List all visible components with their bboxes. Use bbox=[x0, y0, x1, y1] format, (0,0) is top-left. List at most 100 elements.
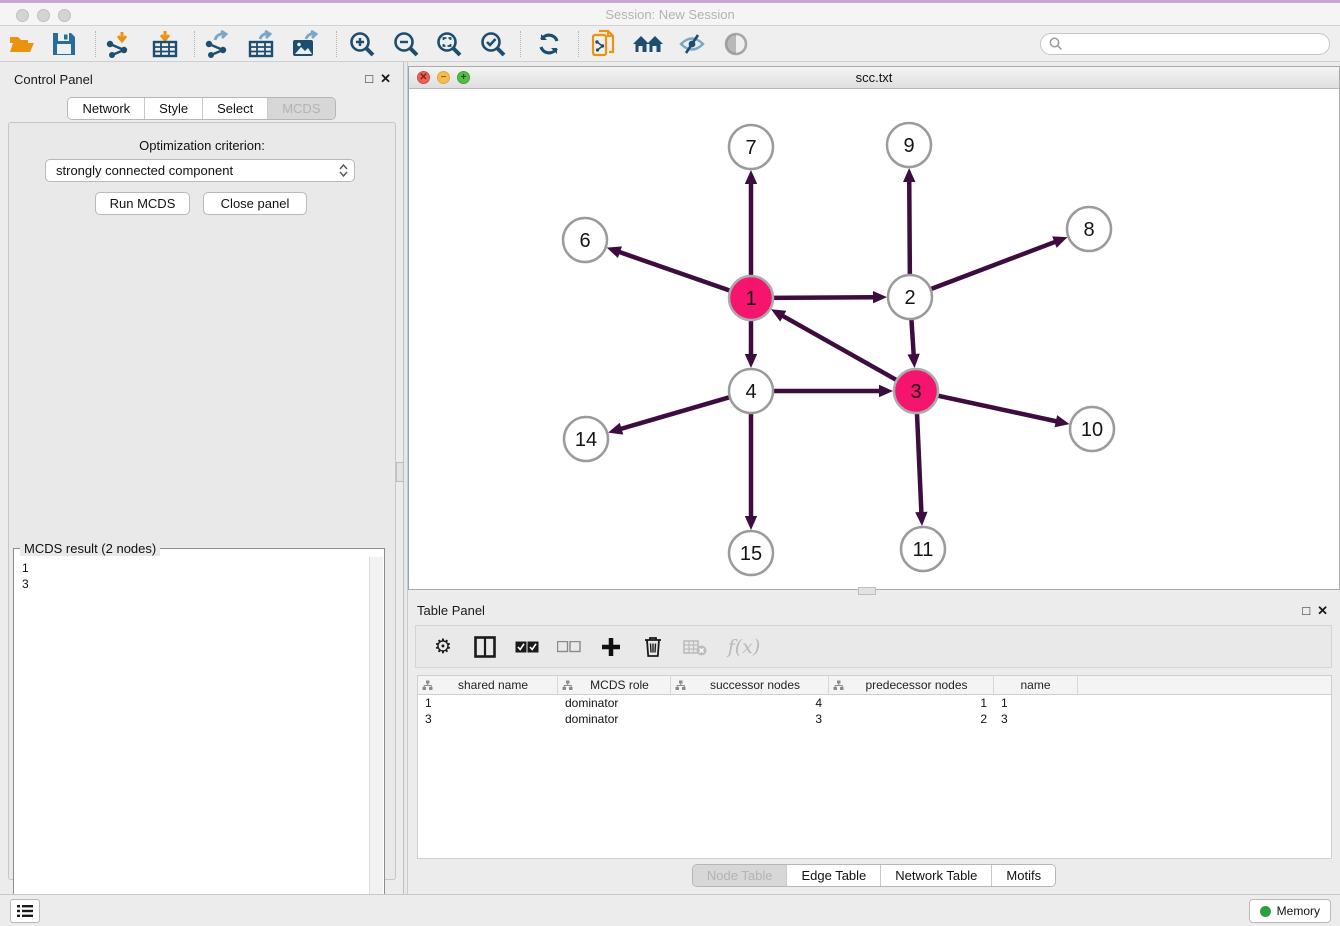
save-floppy-icon bbox=[51, 31, 77, 57]
hierarchy-icon bbox=[675, 680, 686, 691]
import-network-button[interactable] bbox=[102, 28, 136, 60]
horizontal-splitter[interactable] bbox=[408, 590, 1340, 600]
graph-node-label: 1 bbox=[745, 288, 756, 310]
float-table-panel-icon[interactable]: □ bbox=[1302, 603, 1310, 619]
tab-node-table[interactable]: Node Table bbox=[693, 865, 787, 886]
graph-node-label: 9 bbox=[903, 135, 914, 157]
graph-node-label: 15 bbox=[740, 543, 762, 565]
run-mcds-button[interactable]: Run MCDS bbox=[95, 192, 190, 215]
tab-network[interactable]: Network bbox=[68, 98, 144, 119]
graph-edge-2-9[interactable] bbox=[909, 180, 910, 277]
save-session-button[interactable] bbox=[47, 28, 81, 60]
close-table-panel-icon[interactable]: ✕ bbox=[1317, 603, 1328, 619]
export-table-icon bbox=[246, 30, 276, 58]
table-cell[interactable]: 1 bbox=[994, 695, 1078, 711]
table-cell[interactable]: 1 bbox=[418, 695, 558, 711]
zoom-selected-button[interactable] bbox=[476, 28, 510, 60]
vertical-splitter-handle[interactable] bbox=[396, 462, 404, 482]
table-row[interactable]: 3dominator323 bbox=[418, 711, 1331, 727]
tab-motifs[interactable]: Motifs bbox=[991, 865, 1055, 886]
zoom-out-button[interactable] bbox=[389, 28, 423, 60]
trash-icon bbox=[644, 636, 662, 657]
zoom-in-icon bbox=[348, 30, 376, 58]
float-panel-icon[interactable]: □ bbox=[365, 71, 373, 87]
columns-icon bbox=[474, 636, 496, 658]
task-history-button[interactable] bbox=[10, 899, 40, 923]
column-header-shared-name[interactable]: shared name bbox=[418, 676, 558, 694]
clone-network-button[interactable] bbox=[587, 28, 621, 60]
show-columns-button[interactable] bbox=[472, 633, 498, 661]
show-graphics-details-button[interactable] bbox=[719, 28, 753, 60]
clone-network-icon bbox=[590, 29, 618, 59]
export-table-button[interactable] bbox=[244, 28, 278, 60]
graph-edge-3-1[interactable] bbox=[781, 315, 898, 381]
graph-edge-2-8[interactable] bbox=[929, 241, 1057, 289]
network-window-titlebar[interactable]: ✕ − + scc.txt bbox=[409, 67, 1339, 89]
graph-edge-arrowhead bbox=[879, 385, 893, 397]
search-input[interactable] bbox=[1040, 33, 1330, 55]
close-panel-icon[interactable]: ✕ bbox=[380, 71, 391, 87]
app-titlebar: Session: New Session bbox=[0, 0, 1340, 26]
column-header-mcds-role[interactable]: MCDS role bbox=[558, 676, 671, 694]
table-cell[interactable]: 3 bbox=[994, 711, 1078, 727]
graph-edge-arrowhead bbox=[1055, 415, 1070, 427]
main-toolbar bbox=[0, 26, 1340, 62]
graph-node-label: 2 bbox=[904, 287, 915, 309]
mcds-result-title: MCDS result (2 nodes) bbox=[20, 541, 160, 556]
graph-edge-1-2[interactable] bbox=[771, 297, 875, 298]
graph-node-label: 8 bbox=[1083, 219, 1094, 241]
table-settings-button[interactable]: ⚙ bbox=[430, 633, 456, 661]
select-all-columns-button[interactable] bbox=[514, 633, 540, 661]
export-network-button[interactable] bbox=[201, 28, 235, 60]
graph-edge-3-11[interactable] bbox=[917, 411, 922, 514]
control-panel: Control Panel □ ✕ Network Style Select M… bbox=[0, 62, 403, 894]
export-image-button[interactable] bbox=[288, 28, 322, 60]
graph-edge-arrowhead bbox=[873, 291, 887, 303]
home-layout-button[interactable] bbox=[631, 28, 665, 60]
column-header-name[interactable]: name bbox=[994, 676, 1078, 694]
graph-edge-2-3[interactable] bbox=[911, 317, 913, 356]
node-table-body: 1dominator4113dominator323 bbox=[418, 695, 1331, 727]
tab-mcds[interactable]: MCDS bbox=[267, 98, 334, 119]
hide-graphics-details-button[interactable] bbox=[675, 28, 709, 60]
graph-edge-3-10[interactable] bbox=[936, 395, 1058, 421]
close-panel-button[interactable]: Close panel bbox=[203, 192, 307, 215]
create-column-button[interactable] bbox=[598, 633, 624, 661]
zoom-in-button[interactable] bbox=[345, 28, 379, 60]
memory-button[interactable]: Memory bbox=[1249, 899, 1331, 923]
column-header-predecessor-nodes[interactable]: predecessor nodes bbox=[829, 676, 994, 694]
open-file-button[interactable] bbox=[5, 28, 39, 60]
import-table-button[interactable] bbox=[148, 28, 182, 60]
plus-icon bbox=[601, 637, 621, 657]
table-row[interactable]: 1dominator411 bbox=[418, 695, 1331, 711]
result-scrollbar[interactable] bbox=[369, 557, 383, 924]
tab-select[interactable]: Select bbox=[202, 98, 267, 119]
graph-edge-1-6[interactable] bbox=[618, 252, 732, 292]
table-cell[interactable]: 3 bbox=[671, 711, 829, 727]
table-cell[interactable]: 4 bbox=[671, 695, 829, 711]
criterion-dropdown[interactable]: strongly connected component bbox=[45, 159, 355, 182]
horizontal-splitter-handle[interactable] bbox=[858, 587, 876, 595]
table-cell[interactable]: 1 bbox=[829, 695, 994, 711]
table-cell[interactable]: 3 bbox=[418, 711, 558, 727]
list-icon bbox=[16, 904, 34, 918]
tab-network-table[interactable]: Network Table bbox=[880, 865, 991, 886]
zoom-selected-icon bbox=[479, 30, 507, 58]
table-cell[interactable]: dominator bbox=[558, 695, 671, 711]
delete-column-button[interactable] bbox=[640, 633, 666, 661]
graph-edge-arrowhead bbox=[1052, 236, 1067, 248]
graph-edge-4-14[interactable] bbox=[620, 397, 732, 430]
function-builder-button-disabled: f(x) bbox=[724, 633, 764, 661]
toolbar-separator bbox=[194, 31, 195, 57]
tab-style[interactable]: Style bbox=[144, 98, 202, 119]
column-header-successor-nodes[interactable]: successor nodes bbox=[671, 676, 829, 694]
refresh-layout-button[interactable] bbox=[532, 28, 566, 60]
zoom-fit-button[interactable] bbox=[432, 28, 466, 60]
tab-edge-table[interactable]: Edge Table bbox=[786, 865, 880, 886]
network-canvas[interactable]: 1234678910111415 bbox=[409, 89, 1339, 589]
table-cell[interactable]: dominator bbox=[558, 711, 671, 727]
home-icon bbox=[632, 32, 664, 56]
table-cell[interactable]: 2 bbox=[829, 711, 994, 727]
unselect-all-columns-button[interactable] bbox=[556, 633, 582, 661]
toolbar-separator bbox=[336, 31, 337, 57]
